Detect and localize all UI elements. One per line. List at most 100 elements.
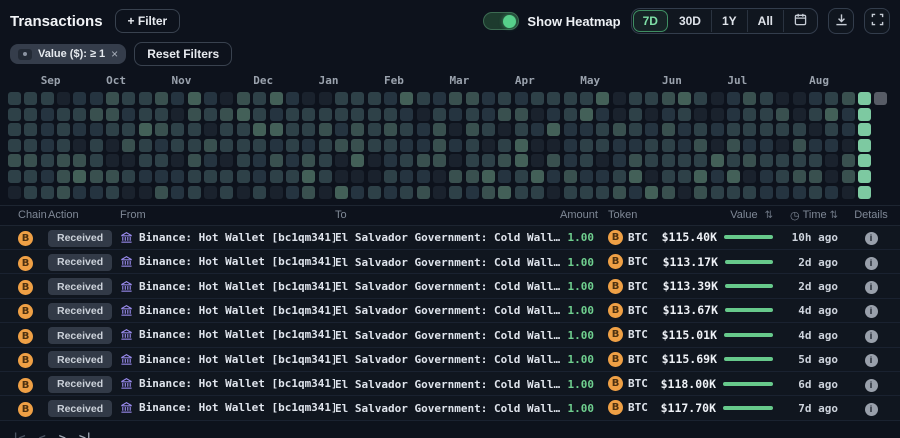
- heatmap-cell[interactable]: [498, 92, 511, 105]
- heatmap-cell[interactable]: [743, 154, 756, 167]
- heatmap-cell[interactable]: [24, 108, 37, 121]
- heatmap-cell[interactable]: [564, 123, 577, 136]
- table-row[interactable]: BReceivedBinance: Hot Wallet [bc1qm341]E…: [0, 348, 900, 372]
- heatmap-cell[interactable]: [8, 92, 21, 105]
- heatmap-cell[interactable]: [580, 92, 593, 105]
- heatmap-cell[interactable]: [368, 170, 381, 183]
- heatmap-cell[interactable]: [90, 186, 103, 199]
- heatmap-cell[interactable]: [90, 170, 103, 183]
- heatmap-cell[interactable]: [711, 139, 724, 152]
- heatmap-cell[interactable]: [678, 92, 691, 105]
- heatmap-cell[interactable]: [842, 170, 855, 183]
- heatmap-cell[interactable]: [776, 170, 789, 183]
- range-button-7d[interactable]: 7D: [633, 10, 668, 32]
- from-address[interactable]: Binance: Hot Wallet [bc1qm341]: [139, 377, 335, 390]
- heatmap-cell[interactable]: [57, 154, 70, 167]
- heatmap-cell[interactable]: [8, 139, 21, 152]
- heatmap-cell[interactable]: [400, 92, 413, 105]
- heatmap-cell[interactable]: [384, 92, 397, 105]
- heatmap-cell[interactable]: [613, 139, 626, 152]
- heatmap-cell[interactable]: [237, 139, 250, 152]
- heatmap-cell[interactable]: [793, 170, 806, 183]
- heatmap-cell[interactable]: [776, 154, 789, 167]
- heatmap-cell[interactable]: [776, 108, 789, 121]
- heatmap-cell[interactable]: [253, 139, 266, 152]
- heatmap-cell[interactable]: [188, 123, 201, 136]
- heatmap-cell[interactable]: [825, 186, 838, 199]
- info-icon[interactable]: i: [865, 305, 878, 318]
- to-address[interactable]: El Salvador Government: Cold Wall…: [335, 304, 560, 317]
- heatmap-cell[interactable]: [760, 123, 773, 136]
- heatmap-cell[interactable]: [662, 154, 675, 167]
- heatmap-cell[interactable]: [90, 92, 103, 105]
- heatmap-cell[interactable]: [57, 170, 70, 183]
- heatmap-cell[interactable]: [368, 123, 381, 136]
- heatmap-cell[interactable]: [629, 139, 642, 152]
- heatmap-cell[interactable]: [220, 170, 233, 183]
- col-header-time[interactable]: ◷ Time ⇅: [785, 209, 842, 222]
- heatmap-cell[interactable]: [286, 154, 299, 167]
- heatmap-cell[interactable]: [237, 170, 250, 183]
- heatmap-cell[interactable]: [842, 139, 855, 152]
- heatmap-cell[interactable]: [73, 186, 86, 199]
- heatmap-cell[interactable]: [858, 170, 871, 183]
- heatmap-cell[interactable]: [596, 123, 609, 136]
- heatmap-cell[interactable]: [433, 108, 446, 121]
- heatmap-cell[interactable]: [727, 139, 740, 152]
- heatmap-cell[interactable]: [400, 186, 413, 199]
- heatmap-cell[interactable]: [466, 108, 479, 121]
- heatmap-cell[interactable]: [57, 123, 70, 136]
- heatmap-cell[interactable]: [106, 170, 119, 183]
- calendar-range-button[interactable]: [784, 9, 817, 33]
- heatmap-cell[interactable]: [596, 170, 609, 183]
- heatmap-cell[interactable]: [580, 186, 593, 199]
- heatmap-cell[interactable]: [302, 108, 315, 121]
- heatmap-cell[interactable]: [24, 92, 37, 105]
- heatmap-cell[interactable]: [694, 154, 707, 167]
- heatmap-cell[interactable]: [270, 123, 283, 136]
- heatmap-cell[interactable]: [531, 92, 544, 105]
- heatmap-cell[interactable]: [220, 123, 233, 136]
- heatmap-cell[interactable]: [286, 123, 299, 136]
- heatmap-cell[interactable]: [449, 123, 462, 136]
- heatmap-cell[interactable]: [384, 108, 397, 121]
- heatmap-cell[interactable]: [286, 186, 299, 199]
- heatmap-cell[interactable]: [351, 108, 364, 121]
- heatmap-cell[interactable]: [842, 154, 855, 167]
- heatmap-cell[interactable]: [237, 186, 250, 199]
- heatmap-cell[interactable]: [220, 139, 233, 152]
- table-row[interactable]: BReceivedBinance: Hot Wallet [bc1qm341]E…: [0, 396, 900, 420]
- heatmap-cell[interactable]: [139, 186, 152, 199]
- heatmap-cell[interactable]: [466, 139, 479, 152]
- heatmap-cell[interactable]: [433, 123, 446, 136]
- heatmap-cell[interactable]: [564, 170, 577, 183]
- heatmap-cell[interactable]: [319, 108, 332, 121]
- heatmap-cell[interactable]: [302, 186, 315, 199]
- info-icon[interactable]: i: [865, 379, 878, 392]
- heatmap-cell[interactable]: [417, 170, 430, 183]
- heatmap-cell[interactable]: [531, 186, 544, 199]
- heatmap-cell[interactable]: [809, 108, 822, 121]
- heatmap-cell[interactable]: [433, 186, 446, 199]
- heatmap-cell[interactable]: [596, 186, 609, 199]
- heatmap-cell[interactable]: [694, 123, 707, 136]
- heatmap-cell[interactable]: [482, 154, 495, 167]
- heatmap-cell[interactable]: [760, 92, 773, 105]
- heatmap-cell[interactable]: [564, 139, 577, 152]
- heatmap-cell[interactable]: [662, 139, 675, 152]
- value-filter-chip[interactable]: Value ($): ≥ 1 ×: [10, 44, 126, 64]
- heatmap-cell[interactable]: [155, 108, 168, 121]
- heatmap-cell[interactable]: [760, 186, 773, 199]
- heatmap-cell[interactable]: [286, 170, 299, 183]
- heatmap-cell[interactable]: [515, 139, 528, 152]
- heatmap-cell[interactable]: [351, 170, 364, 183]
- heatmap-cell[interactable]: [760, 154, 773, 167]
- heatmap-cell[interactable]: [335, 123, 348, 136]
- heatmap-cell[interactable]: [482, 92, 495, 105]
- heatmap-cell[interactable]: [564, 186, 577, 199]
- heatmap-cell[interactable]: [662, 170, 675, 183]
- heatmap-cell[interactable]: [220, 108, 233, 121]
- heatmap-cell[interactable]: [645, 139, 658, 152]
- heatmap-cell[interactable]: [188, 170, 201, 183]
- heatmap-cell[interactable]: [302, 123, 315, 136]
